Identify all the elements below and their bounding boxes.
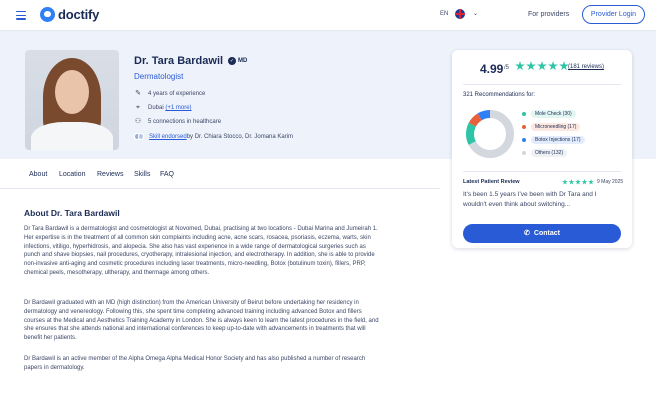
latest-review-date: 9 May 2025 — [597, 179, 624, 185]
person-icon: ⚇ — [134, 118, 142, 125]
doctor-specialty[interactable]: Dermatologist — [134, 72, 183, 81]
legend-dot-icon — [522, 151, 526, 155]
about-paragraph: Dr Bardawil is an active member of the A… — [24, 356, 366, 371]
contact-button-label: Contact — [533, 230, 560, 237]
divider — [463, 171, 621, 172]
star-icon — [515, 61, 525, 71]
doctor-name: Dr. Tara Bardawil — [134, 55, 224, 67]
verified-check-icon: ✓ — [228, 57, 236, 65]
star-icon — [526, 61, 536, 71]
recommendation-item[interactable]: Botox Injections (17) — [522, 136, 585, 144]
connections-row: ⚇ 5 connections in healthcare — [134, 118, 221, 126]
chevron-down-icon[interactable]: ⌄ — [473, 10, 478, 17]
experience-text: 4 years of experience — [148, 91, 206, 97]
star-icon — [588, 179, 594, 185]
contact-button[interactable]: ✆ Contact — [463, 224, 621, 243]
tab-about[interactable]: About — [29, 171, 47, 178]
star-icon — [568, 179, 575, 185]
logo-text: doctify — [58, 7, 100, 22]
star-icon — [537, 61, 547, 71]
doctify-logo[interactable]: doctify — [40, 7, 99, 22]
more-locations-link[interactable]: (+1 more) — [165, 105, 191, 111]
location-row: ⌖ Dubai (+1 more) — [134, 104, 192, 112]
star-icon — [562, 179, 568, 185]
star-icon — [548, 61, 558, 71]
rating-stars — [515, 61, 570, 71]
connections-text: 5 connections in healthcare — [148, 119, 222, 125]
doctor-photo — [25, 50, 119, 150]
reviews-count-link[interactable]: (181 reviews) — [568, 64, 604, 70]
star-icon — [575, 179, 581, 185]
rating-score: 4.99 — [480, 62, 504, 76]
location-text: Dubai — [148, 105, 164, 111]
recommendation-item[interactable]: Mole Check (30) — [522, 110, 576, 118]
for-providers-link[interactable]: For providers — [528, 11, 569, 18]
location-pin-icon: ⌖ — [136, 104, 140, 111]
profile-section-tabs: About Location Reviews Skills FAQ — [0, 159, 440, 189]
legend-dot-icon — [522, 138, 526, 142]
tab-location[interactable]: Location — [59, 171, 85, 178]
about-paragraph: Dr Tara Bardawil is a dermatologist and … — [24, 226, 378, 276]
star-icon — [581, 179, 588, 185]
recommendations-donut-chart — [466, 110, 514, 158]
latest-review-stars — [562, 179, 595, 185]
recommendation-item[interactable]: Others (132) — [522, 149, 568, 157]
recommendation-label: Microneedling (17) — [531, 123, 581, 131]
doctor-credential: MD — [238, 58, 248, 64]
latest-review-text[interactable]: It's been 1.5 years I've been with Dr Ta… — [463, 190, 621, 210]
recommendations-title: 321 Recommendations for: — [463, 92, 536, 98]
top-navbar: doctify EN ⌄ For providers Provider Logi… — [0, 0, 656, 31]
recommendation-label: Others (132) — [531, 149, 568, 157]
tab-skills[interactable]: Skills — [134, 171, 150, 178]
legend-dot-icon — [522, 112, 526, 116]
experience-icon: ✎ — [135, 90, 141, 97]
uk-flag-icon[interactable] — [455, 9, 465, 19]
hamburger-menu-icon[interactable] — [16, 11, 26, 20]
latest-review-title: Latest Patient Review — [463, 179, 520, 185]
recommendation-label: Botox Injections (17) — [531, 136, 585, 144]
endorsement-row: Skill endorsed by Dr. Chiara Stocco, Dr.… — [134, 133, 293, 140]
recommendation-item[interactable]: Microneedling (17) — [522, 123, 581, 131]
doctify-logo-icon — [40, 7, 55, 22]
about-title: About Dr. Tara Bardawil — [24, 208, 120, 218]
rating-scale: /5 — [504, 65, 510, 71]
about-paragraph: Dr Bardawil graduated with an MD (high d… — [24, 300, 379, 342]
tab-faq[interactable]: FAQ — [160, 171, 174, 178]
legend-dot-icon — [522, 125, 526, 129]
endorsed-by-text: by Dr. Chiara Stocco, Dr. Jomana Karim — [186, 133, 294, 140]
tab-reviews[interactable]: Reviews — [97, 171, 123, 178]
endorsers-avatar-icon — [134, 133, 144, 140]
recommendation-label: Mole Check (30) — [531, 110, 576, 118]
language-selector[interactable]: EN — [440, 11, 448, 17]
rating-contact-card: 4.99 /5 (181 reviews) 321 Recommendation… — [452, 50, 632, 248]
provider-login-button[interactable]: Provider Login — [582, 5, 645, 24]
skill-endorsed-link[interactable]: Skill endorsed — [149, 134, 187, 140]
phone-icon: ✆ — [524, 230, 530, 237]
divider — [463, 84, 621, 85]
experience-row: ✎ 4 years of experience — [134, 90, 205, 98]
